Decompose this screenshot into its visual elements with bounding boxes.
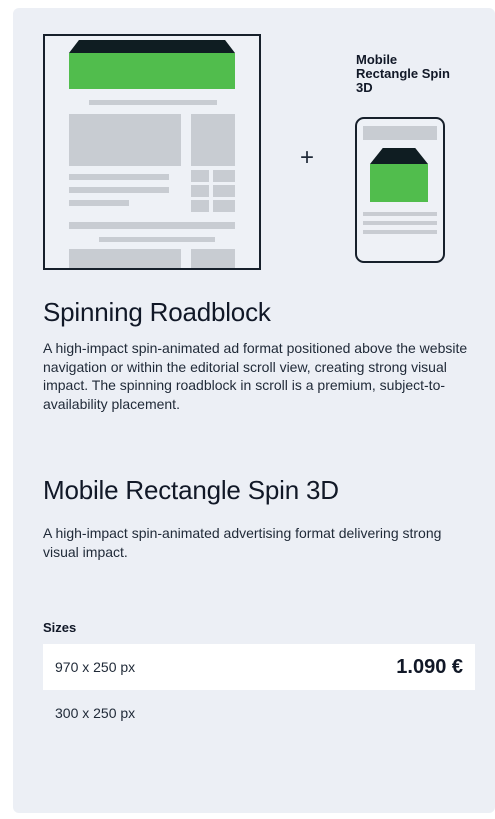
desktop-mockup-illustration bbox=[43, 34, 261, 270]
size-row: 300 x 250 px bbox=[43, 690, 475, 736]
placeholder-line bbox=[69, 174, 169, 180]
placeholder-image bbox=[69, 249, 181, 268]
placeholder-line bbox=[99, 237, 215, 242]
placeholder-thumb bbox=[191, 170, 209, 182]
placeholder-thumb bbox=[213, 170, 235, 182]
placeholder-thumb bbox=[213, 185, 235, 197]
plus-icon: + bbox=[300, 144, 315, 171]
placeholder-line bbox=[363, 230, 437, 234]
product-description-mobile-rectangle: A high-impact spin-animated advertising … bbox=[43, 525, 442, 560]
product-card: + Mobile Rectangle Spin 3D Spinning Road… bbox=[13, 8, 495, 813]
price-value: 1.090 € bbox=[396, 655, 463, 678]
placeholder-image bbox=[191, 249, 235, 268]
placeholder-line bbox=[363, 221, 437, 225]
phone-mockup-illustration bbox=[355, 117, 445, 263]
placeholder-thumb bbox=[191, 185, 209, 197]
placeholder-line bbox=[363, 212, 437, 216]
placeholder-line bbox=[69, 200, 129, 206]
mobile-ad-top bbox=[370, 148, 428, 164]
placeholder-thumb bbox=[213, 200, 235, 212]
roadblock-ad-banner bbox=[69, 53, 235, 89]
product-title-mobile-rectangle: Mobile Rectangle Spin 3D bbox=[43, 475, 339, 505]
size-value: 970 x 250 px bbox=[55, 659, 136, 675]
product-description-spinning-roadblock: A high-impact spin-animated ad format po… bbox=[43, 340, 468, 412]
sizes-heading: Sizes bbox=[43, 620, 77, 635]
mobile-format-label: Mobile Rectangle Spin 3D bbox=[356, 52, 450, 95]
placeholder-line bbox=[69, 187, 169, 193]
mobile-ad-rectangle bbox=[370, 164, 428, 202]
size-value: 300 x 250 px bbox=[55, 705, 136, 721]
product-title-spinning-roadblock: Spinning Roadblock bbox=[43, 297, 271, 327]
roadblock-ad-top bbox=[69, 40, 235, 53]
size-row: 970 x 250 px 1.090 € bbox=[43, 644, 475, 690]
placeholder-line bbox=[69, 222, 235, 229]
placeholder-header bbox=[363, 126, 437, 140]
placeholder-thumb bbox=[191, 200, 209, 212]
placeholder-image bbox=[191, 114, 235, 166]
placeholder-line bbox=[89, 100, 217, 105]
placeholder-image bbox=[69, 114, 181, 166]
